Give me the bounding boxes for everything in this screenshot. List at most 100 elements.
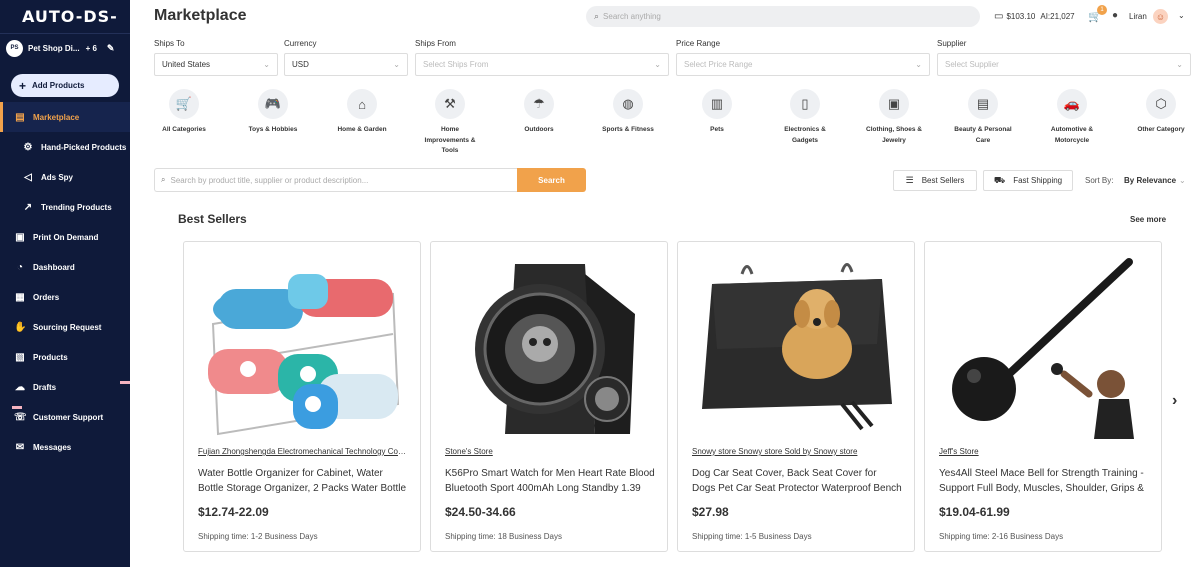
user-icon[interactable]: ● — [1112, 10, 1118, 21]
category-pets[interactable]: ▥ Pets — [682, 89, 752, 136]
product-search-input[interactable]: ⌕ Search by product title, supplier or p… — [154, 168, 517, 192]
sidebar-item-print-on-demand[interactable]: ▣ Print On Demand — [0, 222, 130, 252]
phone-icon: ▯ — [790, 89, 820, 119]
best-sellers-filter-label: Best Sellers — [921, 176, 965, 185]
category-electronics-gadgets[interactable]: ▯ Electronics & Gadgets — [770, 89, 840, 146]
sort-by-label: Sort By: — [1085, 176, 1114, 185]
store-icon: ▤ — [15, 111, 25, 123]
trend-chart-icon: ↗ — [23, 201, 33, 213]
category-outdoors[interactable]: ☂ Outdoors — [504, 89, 574, 136]
category-all-categories[interactable]: 🛒 All Categories — [149, 89, 219, 136]
product-card[interactable]: Jeff's Store Yes4All Steel Mace Bell for… — [924, 241, 1162, 552]
product-store-link[interactable]: Snowy store Snowy store Sold by Snowy st… — [692, 447, 902, 456]
sidebar-item-dashboard[interactable]: ◔ Dashboard — [0, 252, 130, 282]
sidebar-item-drafts[interactable]: ☁ Drafts — [0, 372, 130, 402]
category-label: Home Improvements & Tools — [424, 126, 476, 154]
store-more-count: + 6 — [85, 43, 97, 53]
sidebar-item-hand-picked-products[interactable]: ⚙ Hand-Picked Products — [0, 132, 130, 162]
cart-icon: 🛒 — [169, 89, 199, 119]
sidebar-marker — [12, 406, 22, 409]
product-title[interactable]: Water Bottle Organizer for Cabinet, Wate… — [198, 466, 408, 496]
sort-by-select[interactable]: By Relevance ⌄ — [1124, 176, 1186, 185]
currency-value: USD — [292, 60, 309, 69]
sidebar-item-label: Marketplace — [33, 112, 80, 122]
product-title[interactable]: Dog Car Seat Cover, Back Seat Cover for … — [692, 466, 902, 496]
sidebar-item-label: Messages — [33, 442, 72, 452]
ships-from-label: Ships From — [415, 39, 456, 48]
list-icon: ☰ — [905, 175, 914, 185]
see-more-link[interactable]: See more — [1130, 215, 1166, 224]
pencil-icon[interactable]: ✎ — [107, 43, 115, 54]
best-sellers-filter-button[interactable]: ☰ Best Sellers — [893, 170, 977, 191]
product-image-water-bottle-organizer[interactable] — [198, 254, 408, 442]
store-selector[interactable]: PS Pet Shop Di... + 6 ✎ — [0, 34, 130, 62]
fast-shipping-filter-button[interactable]: ⛟ Fast Shipping — [983, 170, 1073, 191]
sidebar-item-label: Drafts — [33, 382, 57, 392]
plus-icon: + — [19, 78, 27, 93]
sidebar-item-label: Customer Support — [33, 412, 104, 422]
add-products-label: Add Products — [32, 81, 85, 90]
supplier-select[interactable]: Select Supplier ⌄ — [937, 53, 1191, 76]
search-icon: ⌕ — [161, 175, 166, 184]
category-label: Pets — [710, 126, 724, 133]
product-card[interactable]: Fujian Zhongshengda Electromechanical Te… — [183, 241, 421, 552]
app-logo[interactable]: AUTO-DS- — [0, 0, 130, 34]
sidebar-resize-handle[interactable] — [120, 381, 130, 384]
category-label: Home & Garden — [337, 126, 387, 133]
shirt-icon: ▣ — [15, 231, 25, 243]
sidebar-item-marketplace[interactable]: ▤ Marketplace — [0, 102, 130, 132]
pet-food-icon: ▥ — [702, 89, 732, 119]
category-clothing-shoes-jewelry[interactable]: ▣ Clothing, Shoes & Jewelry — [859, 89, 929, 146]
sidebar-item-label: Trending Products — [41, 202, 112, 212]
currency-label: Currency — [284, 39, 317, 48]
product-store-link[interactable]: Fujian Zhongshengda Electromechanical Te… — [198, 447, 408, 456]
sidebar-item-label: Hand-Picked Products — [41, 142, 127, 152]
sidebar-item-messages[interactable]: ✉ Messages — [0, 432, 130, 462]
avatar[interactable]: ☺ — [1153, 9, 1168, 24]
basketball-icon: ◍ — [613, 89, 643, 119]
category-home-garden[interactable]: ⌂ Home & Garden — [327, 89, 397, 136]
global-search-input[interactable]: ⌕ Search anything — [586, 6, 980, 27]
sidebar-item-ads-spy[interactable]: ◁ Ads Spy — [0, 162, 130, 192]
product-image-dog-car-seat-cover[interactable] — [692, 254, 902, 442]
headset-icon: ☏ — [14, 411, 27, 423]
product-image-smart-watch[interactable] — [445, 254, 655, 442]
product-title[interactable]: Yes4All Steel Mace Bell for Strength Tra… — [939, 466, 1149, 496]
sidebar: AUTO-DS- PS Pet Shop Di... + 6 ✎ + Add P… — [0, 0, 130, 567]
chevron-down-icon: ⌄ — [1179, 176, 1186, 185]
category-home-improvements-tools[interactable]: ⚒ Home Improvements & Tools — [415, 89, 485, 157]
chevron-down-icon: ⌄ — [915, 60, 922, 69]
supplier-label: Supplier — [937, 39, 967, 48]
sidebar-item-trending-products[interactable]: ↗ Trending Products — [0, 192, 130, 222]
user-name[interactable]: Liran — [1129, 12, 1147, 21]
wallet-balance[interactable]: ▭ $103.10 AI:21,027 — [994, 11, 1075, 22]
product-store-link[interactable]: Stone's Store — [445, 447, 655, 456]
ships-from-select[interactable]: Select Ships From ⌄ — [415, 53, 669, 76]
product-image-steel-mace-bell[interactable] — [939, 254, 1149, 442]
sidebar-item-label: Sourcing Request — [33, 322, 102, 332]
currency-select[interactable]: USD ⌄ — [284, 53, 408, 76]
ships-to-value: United States — [162, 60, 211, 69]
product-title[interactable]: K56Pro Smart Watch for Men Heart Rate Bl… — [445, 466, 655, 496]
chevron-down-icon[interactable]: ⌄ — [1178, 11, 1185, 20]
sidebar-item-orders[interactable]: ▦ Orders — [0, 282, 130, 312]
search-button[interactable]: Search — [517, 168, 586, 192]
product-card[interactable]: Stone's Store K56Pro Smart Watch for Men… — [430, 241, 668, 552]
product-price: $27.98 — [692, 505, 729, 519]
category-label: Beauty & Personal Care — [954, 126, 1012, 144]
cart-count-badge: 1 — [1097, 5, 1107, 15]
category-beauty-personal-care[interactable]: ▤ Beauty & Personal Care — [948, 89, 1018, 146]
sidebar-item-sourcing-request[interactable]: ✋ Sourcing Request — [0, 312, 130, 342]
category-other-category[interactable]: ⬡ Other Category — [1126, 89, 1196, 136]
category-label: Sports & Fitness — [602, 126, 654, 133]
price-range-select[interactable]: Select Price Range ⌄ — [676, 53, 930, 76]
category-automotive-motorcycle[interactable]: 🚗 Automotive & Motorcycle — [1037, 89, 1107, 146]
category-toys-hobbies[interactable]: 🎮 Toys & Hobbies — [238, 89, 308, 136]
chevron-right-icon[interactable]: › — [1172, 392, 1177, 410]
add-products-button[interactable]: + Add Products — [11, 74, 119, 97]
category-sports-fitness[interactable]: ◍ Sports & Fitness — [593, 89, 663, 136]
product-card[interactable]: Snowy store Snowy store Sold by Snowy st… — [677, 241, 915, 552]
sidebar-item-products[interactable]: ▧ Products — [0, 342, 130, 372]
ships-to-select[interactable]: United States ⌄ — [154, 53, 278, 76]
product-store-link[interactable]: Jeff's Store — [939, 447, 1149, 456]
